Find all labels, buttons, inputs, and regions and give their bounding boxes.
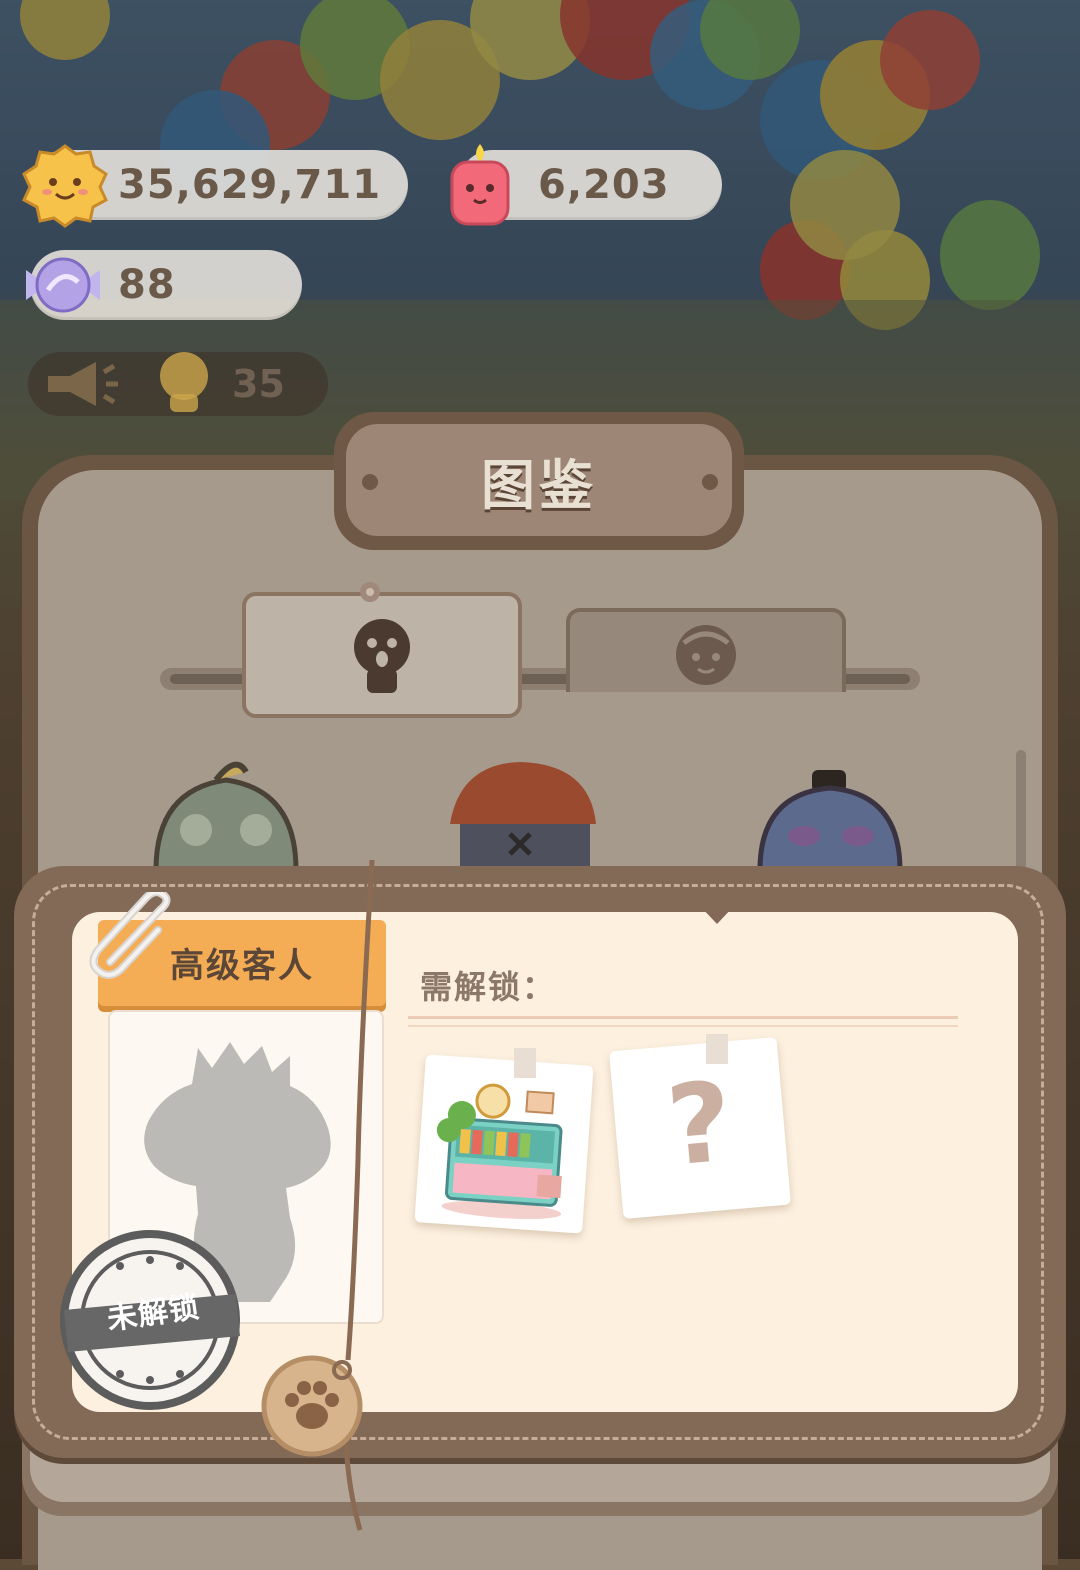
cookie-icon [22,144,108,228]
shop-shelf-icon [436,1083,563,1219]
candy-icon [26,257,100,313]
tape [706,1034,728,1064]
divider [408,1016,958,1027]
customer-silhouette-icon [354,619,410,693]
candy-value: 88 [118,262,176,308]
question-mark-icon: ? [662,1057,738,1191]
requirement-card-shop[interactable] [414,1054,594,1234]
paperclip-icon [89,892,171,979]
customer-face-icon [160,352,208,412]
unlock-requirement-label: 需解锁： [420,968,557,1006]
candle-icon [450,144,510,226]
customer-thumb-1[interactable] [146,760,306,870]
customer-thumb-3[interactable] [750,764,910,870]
page-notch [700,906,734,924]
customer-thumb-2[interactable] [440,754,606,870]
megaphone-icon [48,362,118,406]
requirement-card-unknown[interactable]: ? [608,1036,792,1220]
tab-customers[interactable] [242,592,522,718]
page-title: 图鉴 [481,453,597,517]
paw-medallion-icon[interactable] [258,1352,366,1460]
tab-chefs[interactable] [566,608,846,692]
cookie-value: 35,629,711 [118,162,382,208]
tape [514,1048,536,1078]
chef-face-icon [676,625,736,685]
candle-value: 6,203 [538,162,670,208]
notice-count: 35 [232,362,285,406]
plaque-rivet-right [702,474,718,490]
title-plaque-face: 图鉴 [346,424,732,536]
pin-icon [360,582,380,602]
plaque-rivet-left [362,474,378,490]
